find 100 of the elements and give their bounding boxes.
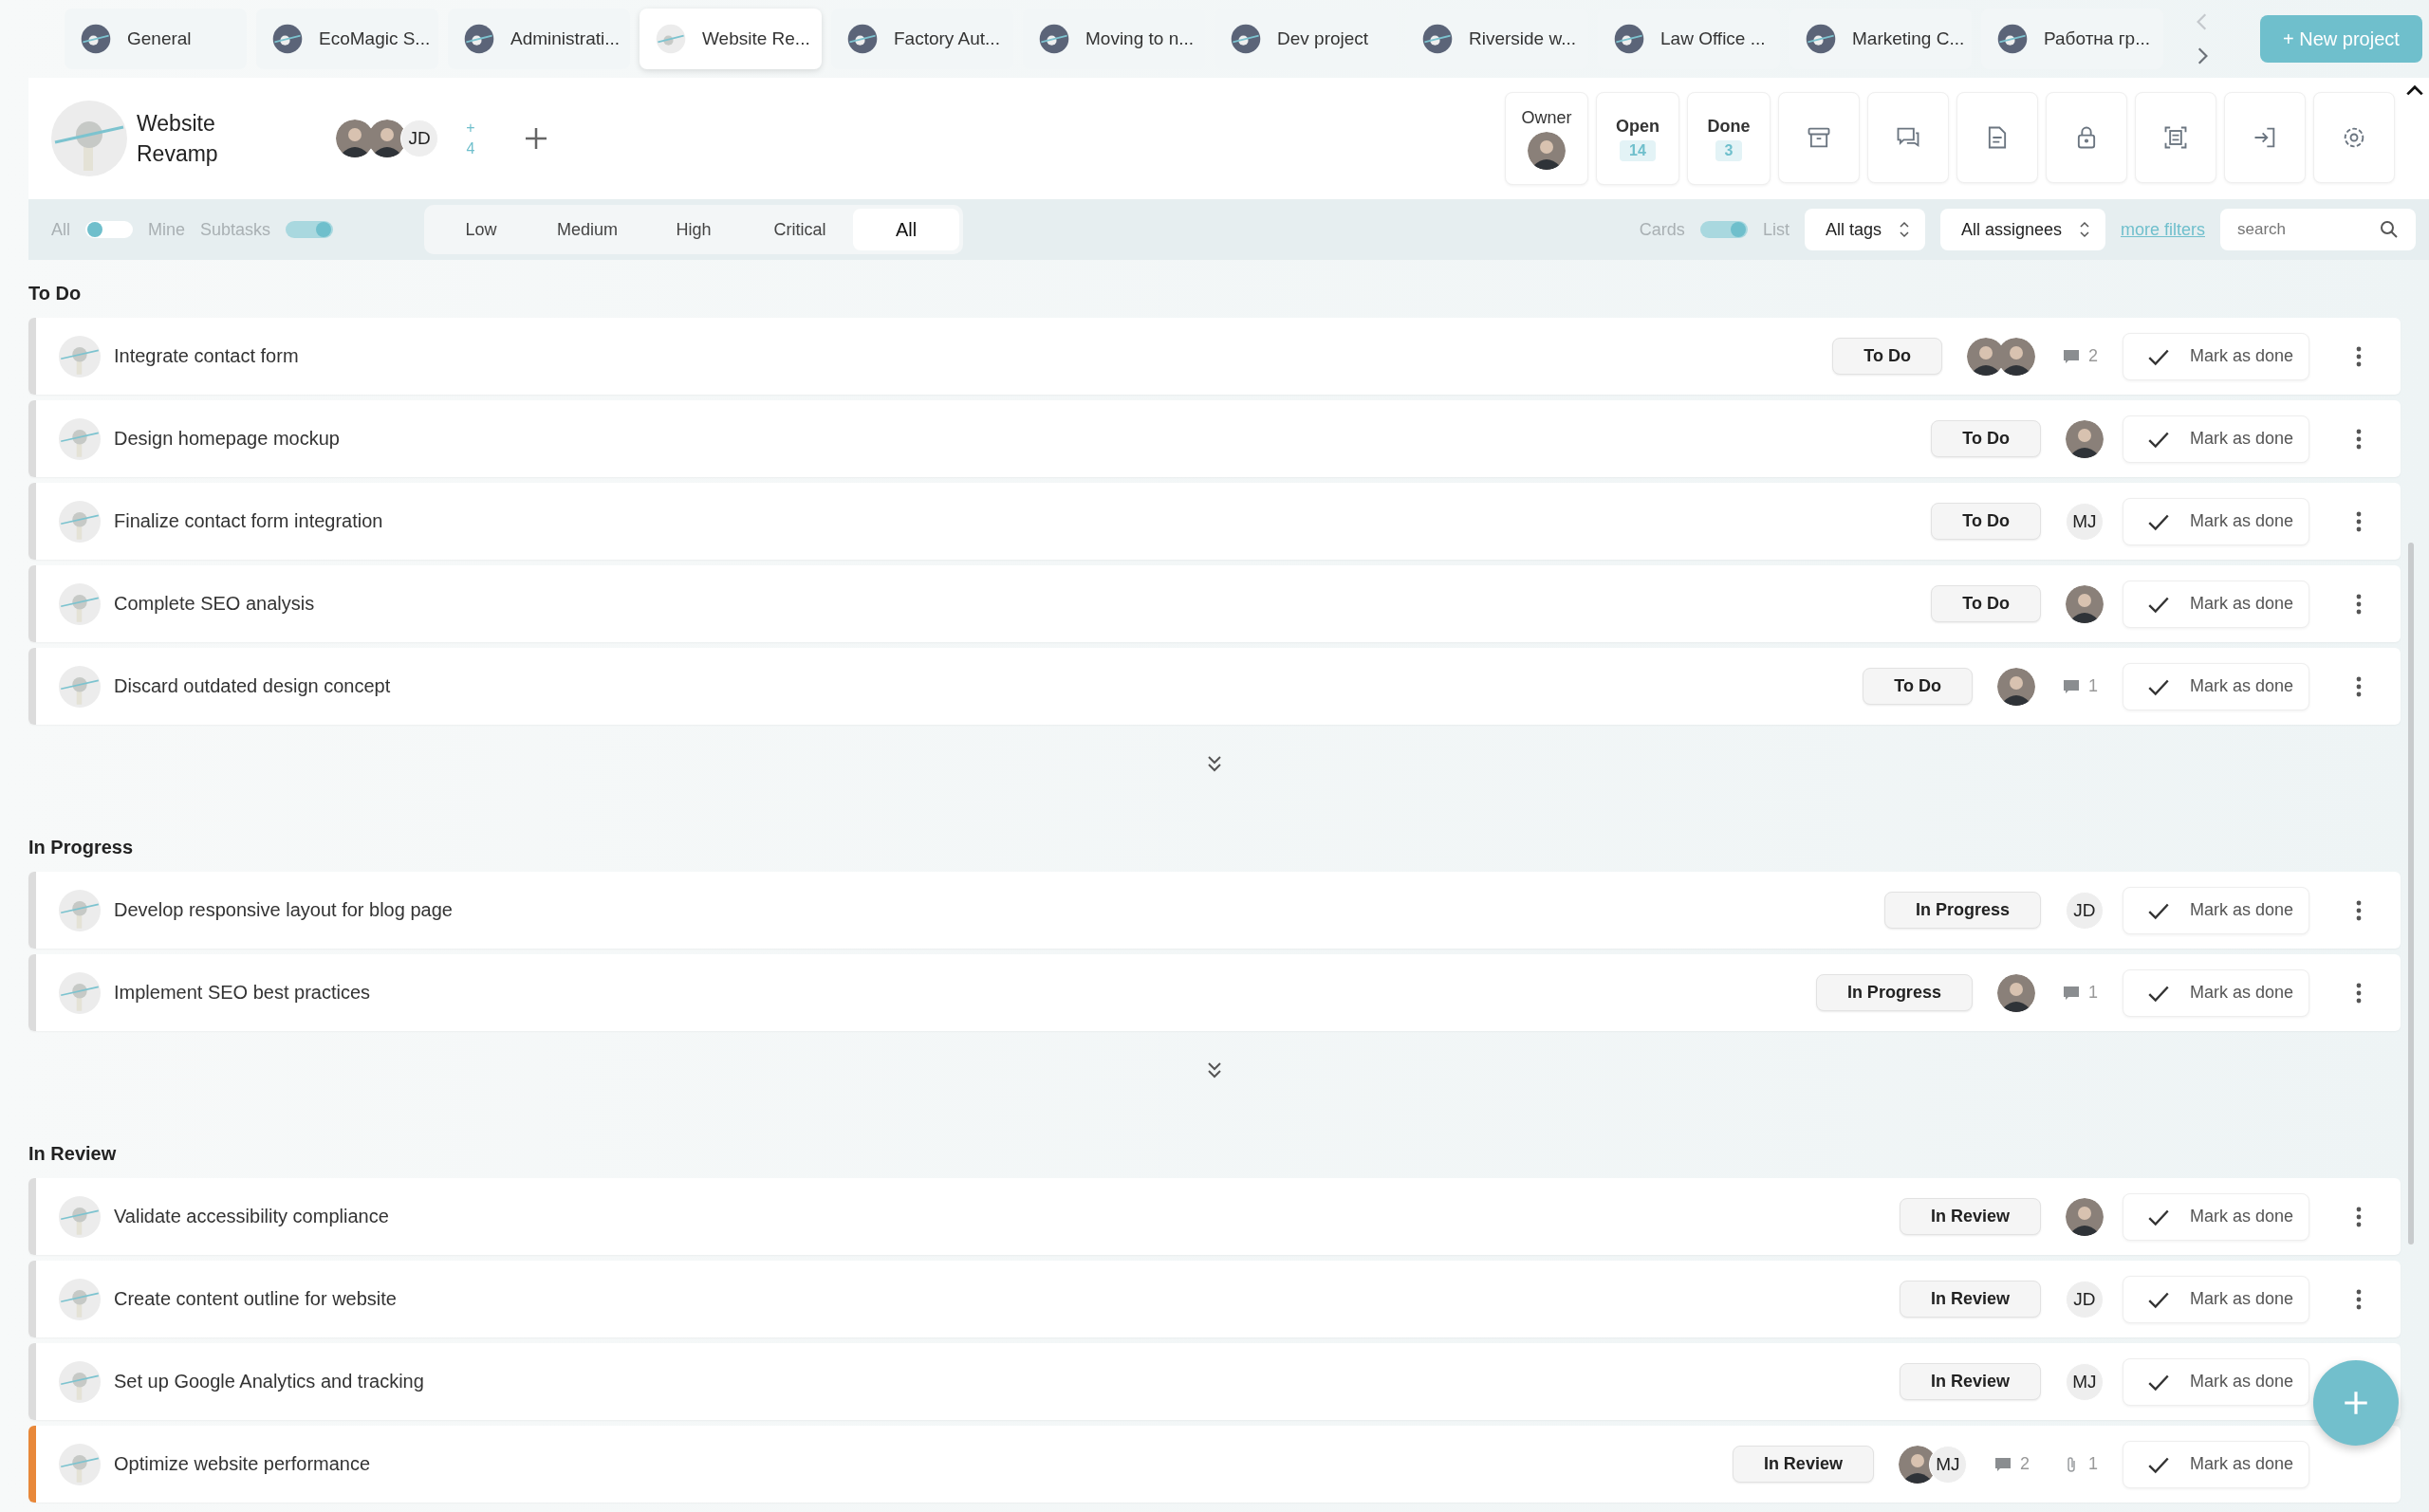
search-icon [2380, 220, 2399, 239]
mark-done-button[interactable]: Mark as done [2122, 662, 2309, 710]
priority-option[interactable]: Low [428, 209, 535, 250]
mine-label: Mine [148, 219, 186, 240]
status-chip[interactable]: To Do [1931, 420, 2041, 457]
search-field[interactable]: search [2220, 209, 2416, 250]
task-title: Create content outline for website [114, 1288, 398, 1310]
avatar-initials: JD [2065, 1280, 2104, 1318]
scrollbar-thumb[interactable] [2408, 543, 2414, 1245]
task-card[interactable]: Complete SEO analysis To Do Mark as done [28, 565, 2401, 642]
project-icon [59, 500, 101, 543]
status-chip[interactable]: To Do [1931, 585, 2041, 622]
project-icon [1421, 23, 1454, 55]
scan-icon [2162, 124, 2189, 151]
view-toggle[interactable] [1699, 221, 1748, 238]
avatar-initials: JD [400, 120, 438, 157]
comment-count: 1 [2087, 676, 2098, 696]
mark-done-button[interactable]: Mark as done [2122, 497, 2309, 545]
mark-done-button[interactable]: Mark as done [2122, 1440, 2309, 1488]
avatar-initials: MJ [2065, 1362, 2104, 1401]
avatar-initials: MJ [1928, 1445, 1967, 1484]
task-card[interactable]: Create content outline for website In Review JD Mark as done [28, 1261, 2401, 1337]
mark-done-button[interactable]: Mark as done [2122, 1192, 2309, 1241]
project-tab[interactable]: EcoMagic S... [256, 9, 438, 69]
project-icon [1230, 23, 1262, 55]
avatar [2065, 584, 2104, 623]
task-card[interactable]: Develop responsive layout for blog page In Progress JD Mark as done [28, 872, 2401, 949]
mark-done-button[interactable]: Mark as done [2122, 415, 2309, 463]
subtasks-label: Subtasks [200, 219, 271, 240]
task-card[interactable]: Integrate contact form To Do 2 Mark as done [28, 318, 2401, 395]
stat-label: Owner [1521, 107, 1572, 128]
task-card[interactable]: Discard outdated design concept To Do 1 Mark as done [28, 648, 2401, 725]
mark-done-button[interactable]: Mark as done [2122, 968, 2309, 1017]
project-icon [463, 23, 495, 55]
status-chip[interactable]: In Review [1732, 1446, 1874, 1483]
stat-label: Done [1707, 116, 1751, 137]
status-chip[interactable]: In Review [1899, 1363, 2041, 1400]
mark-done-button[interactable]: Mark as done [2122, 886, 2309, 934]
project-icon [59, 1195, 101, 1238]
tags-dropdown[interactable]: All tags [1804, 209, 1925, 250]
section-heading: To Do [28, 283, 83, 304]
status-chip[interactable]: To Do [1863, 668, 1973, 705]
task-title: Optimize website performance [114, 1453, 372, 1475]
project-icon [59, 335, 101, 378]
project-icon [59, 1278, 101, 1320]
mine-toggle[interactable] [85, 221, 133, 238]
task-title: Discard outdated design concept [114, 675, 392, 697]
project-tab[interactable]: Website Re... [640, 9, 822, 69]
task-card[interactable]: Optimize website performance In Review MJ 2 1 Mark as done [28, 1426, 2401, 1503]
project-tab[interactable]: General [65, 9, 247, 69]
project-icon [846, 23, 879, 55]
project-icon [1038, 23, 1070, 55]
list-label: List [1762, 219, 1789, 240]
subtasks-toggle[interactable] [286, 221, 334, 238]
priority-option[interactable]: Medium [534, 209, 641, 250]
stat-count: 3 [1715, 139, 1743, 161]
section-heading: In Review [28, 1143, 118, 1165]
all-label: All [51, 219, 70, 240]
priority-option[interactable]: High [640, 209, 748, 250]
avatar [1996, 973, 2035, 1012]
task-card[interactable]: Design homepage mockup To Do Mark as done [28, 400, 2401, 477]
task-title: Implement SEO best practices [114, 982, 372, 1004]
comment-count: 2 [2019, 1454, 2030, 1474]
task-card[interactable]: Implement SEO best practices In Progress 1 Mark as done [28, 954, 2401, 1031]
task-card[interactable]: Finalize contact form integration To Do MJ Mark as done [28, 483, 2401, 560]
avatar [1996, 667, 2035, 706]
avatar [2065, 1197, 2104, 1236]
status-chip[interactable]: In Progress [1815, 974, 1973, 1011]
mark-done-button[interactable]: Mark as done [2122, 1357, 2309, 1406]
section-heading: In Progress [28, 837, 135, 858]
sort-icon [2079, 219, 2090, 240]
task-title: Complete SEO analysis [114, 593, 316, 615]
project-title: Website Revamp [137, 110, 219, 168]
project-icon [59, 1443, 101, 1485]
status-chip[interactable]: To Do [1832, 338, 1942, 375]
project-icon [655, 23, 687, 55]
project-icon [59, 1360, 101, 1403]
priority-option[interactable]: All [853, 209, 960, 250]
assignees-dropdown[interactable]: All assignees [1939, 209, 2105, 250]
avatar-initials: MJ [2065, 502, 2104, 541]
avatar [2065, 419, 2104, 458]
task-card[interactable]: Validate accessibility compliance In Review Mark as done [28, 1178, 2401, 1255]
stat-label: Open [1616, 116, 1660, 137]
mark-done-button[interactable]: Mark as done [2122, 1275, 2309, 1323]
stat-card[interactable]: Owner [1505, 92, 1588, 185]
status-chip[interactable]: In Review [1899, 1281, 2041, 1318]
mark-done-button[interactable]: Mark as done [2122, 580, 2309, 628]
task-title: Design homepage mockup [114, 428, 341, 450]
cards-label: Cards [1639, 219, 1685, 240]
comment-count: 1 [2087, 983, 2098, 1003]
task-title: Develop responsive layout for blog page [114, 899, 454, 921]
project-icon [271, 23, 304, 55]
task-card[interactable]: Set up Google Analytics and tracking In Review MJ Mark as done [28, 1343, 2401, 1420]
mark-done-button[interactable]: Mark as done [2122, 332, 2309, 380]
status-chip[interactable]: To Do [1931, 503, 2041, 540]
stat-card[interactable]: Done 3 [1687, 92, 1771, 185]
stat-card[interactable]: Open 14 [1596, 92, 1679, 185]
status-chip[interactable]: In Review [1899, 1198, 2041, 1235]
priority-option[interactable]: Critical [747, 209, 854, 250]
status-chip[interactable]: In Progress [1883, 892, 2041, 929]
